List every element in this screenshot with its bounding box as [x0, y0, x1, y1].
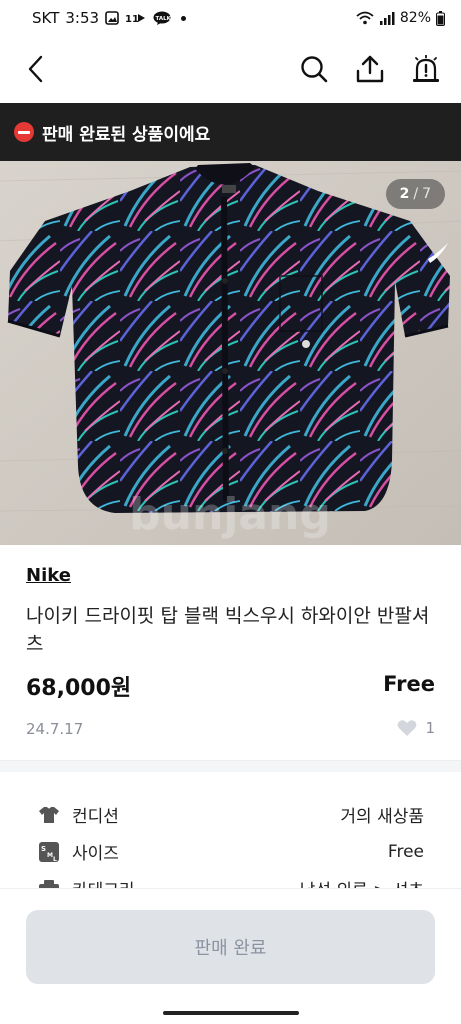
product-detail-screen: SKT 3:53 11 TALK 82% 판매 완료된 상품이에요 bunjan… [0, 0, 461, 1024]
battery-icon [436, 10, 445, 26]
product-price: 68,000원 [26, 676, 132, 701]
battery-percent: 82% [399, 10, 431, 26]
bottom-action-bar: 판매 완료 [0, 888, 461, 1000]
detail-value: Free [387, 841, 424, 862]
clock: 3:53 [65, 9, 100, 27]
header-actions [299, 54, 441, 84]
detail-label: 컨디션 [72, 807, 119, 827]
search-button[interactable] [299, 54, 329, 84]
svg-text:bunjang: bunjang [129, 489, 331, 540]
detail-row-size: SML 사이즈 Free [0, 833, 461, 870]
image-counter: 2 / 7 [385, 179, 445, 209]
product-image-carousel[interactable]: bunjang 2 / 7 [0, 161, 461, 545]
detail-label: 사이즈 [72, 844, 119, 864]
carrier-label: SKT [32, 9, 60, 27]
back-icon [28, 55, 43, 83]
sold-out-button[interactable]: 판매 완료 [26, 910, 435, 984]
image-counter-separator: / [413, 186, 419, 202]
section-divider [0, 760, 461, 772]
like-count: 1 [425, 719, 435, 737]
report-button[interactable] [411, 54, 441, 84]
detail-row-condition: 컨디션 거의 새상품 [0, 796, 461, 833]
no-entry-icon [14, 122, 34, 142]
share-icon [356, 55, 384, 83]
status-left: SKT 3:53 11 TALK [32, 9, 187, 27]
shipping-fee: Free [383, 672, 435, 696]
notification-dot [181, 15, 187, 21]
status-bar: SKT 3:53 11 TALK 82% [0, 0, 461, 36]
status-right: 82% [356, 10, 445, 26]
report-siren-icon [413, 55, 439, 82]
search-icon [301, 56, 328, 83]
11st-icon: 11 [125, 11, 147, 25]
signal-icon [379, 11, 395, 25]
product-photo: bunjang [0, 161, 461, 545]
sold-out-banner: 판매 완료된 상품이에요 [0, 103, 461, 161]
svg-text:TALK: TALK [156, 16, 172, 22]
home-indicator[interactable] [163, 1011, 299, 1015]
back-button[interactable] [20, 54, 50, 84]
image-counter-total: 7 [422, 186, 431, 202]
shirt-condition-icon [38, 804, 60, 826]
talk-icon: TALK [153, 11, 171, 25]
svg-text:L: L [53, 856, 57, 863]
svg-text:11: 11 [125, 14, 139, 25]
svg-text:S: S [41, 845, 46, 853]
brand-link[interactable]: Nike [26, 565, 71, 586]
system-nav-bar [0, 1000, 461, 1024]
sold-out-banner-text: 판매 완료된 상품이에요 [42, 124, 211, 145]
detail-value: 거의 새상품 [340, 807, 424, 827]
wifi-icon [356, 11, 374, 25]
posted-date: 24.7.17 [26, 720, 84, 738]
like-button[interactable]: 1 [397, 719, 435, 737]
image-counter-current: 2 [399, 186, 410, 202]
product-title: 나이키 드라이핏 탑 블랙 빅스우시 하와이안 반팔셔츠 [26, 605, 430, 655]
heart-icon [398, 720, 417, 736]
gallery-icon [105, 11, 119, 25]
share-button[interactable] [355, 54, 385, 84]
size-sml-icon: SML [38, 841, 60, 863]
app-header [0, 36, 461, 102]
